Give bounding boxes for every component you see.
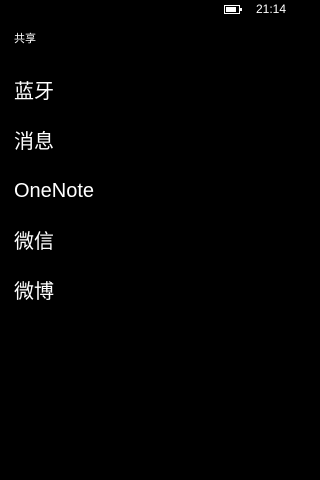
share-item-onenote[interactable]: OneNote: [0, 177, 94, 227]
battery-icon: [224, 5, 242, 14]
share-target-list: 蓝牙 消息 OneNote 微信 微博: [0, 77, 94, 327]
share-item-weibo[interactable]: 微博: [0, 277, 94, 327]
page-title: 共享: [14, 32, 36, 45]
share-item-wechat[interactable]: 微信: [0, 227, 94, 277]
share-item-bluetooth[interactable]: 蓝牙: [0, 77, 94, 127]
status-bar: 21:14: [0, 0, 288, 20]
share-item-messaging[interactable]: 消息: [0, 127, 94, 177]
status-time: 21:14: [256, 2, 287, 16]
